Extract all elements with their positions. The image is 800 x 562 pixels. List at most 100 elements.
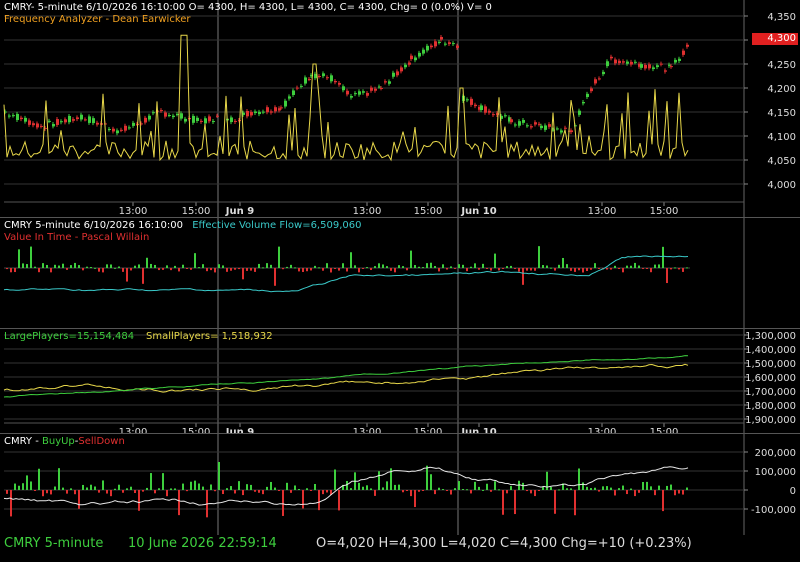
volume-flow-bar-135 [546, 265, 548, 268]
price-candle-74 [304, 77, 307, 84]
volume-flow-bar-128 [518, 268, 520, 272]
volume-flow-bar-99 [402, 266, 404, 268]
buyup-bar-13 [58, 468, 60, 490]
buyup-bar-94 [382, 487, 384, 490]
buyup-bar-161 [650, 486, 652, 490]
y-tick-label-3: 1,600,000 [745, 373, 796, 384]
volume-flow-bar-105 [426, 263, 428, 268]
y-tick-label-1: 100,000 [755, 467, 796, 478]
volume-flow-symbol: CMRY 5-minute 6/10/2026 16:10:00 [4, 220, 183, 231]
buyup-bar-21 [90, 484, 92, 490]
buyup-bar-105 [426, 465, 428, 490]
buyup-bar-162 [654, 490, 656, 496]
price-candle-158 [626, 61, 629, 64]
price-candle-85 [346, 90, 349, 95]
buyup-bar-68 [278, 490, 280, 491]
buyup-bar-36 [150, 473, 152, 490]
buyup-bar-24 [102, 480, 104, 490]
buyup-selldown-panel[interactable]: 200,000 100,000 0 -100,000 CMRY - BuyUp-Sel… [0, 433, 800, 535]
buyup-bar-167 [674, 490, 676, 496]
volume-flow-bar-52 [214, 268, 216, 273]
volume-flow-bar-117 [474, 263, 476, 268]
volume-flow-bar-137 [554, 268, 556, 271]
price-candle-14 [60, 121, 63, 123]
buyup-bar-123 [498, 489, 500, 491]
buyup-bar-92 [374, 490, 376, 496]
volume-flow-bar-108 [438, 268, 440, 272]
buyup-bar-165 [666, 485, 668, 490]
buyup-bar-22 [94, 486, 96, 490]
price-candle-112 [448, 42, 451, 45]
price-candle-96 [388, 81, 391, 84]
volume-flow-bar-6 [30, 246, 32, 268]
price-candle-144 [570, 130, 573, 133]
volume-flow-bar-146 [590, 268, 592, 270]
volume-flow-panel[interactable]: CMRY 5-minute 6/10/2026 16:10:00 Effecti… [0, 217, 800, 329]
volume-flow-bar-34 [142, 268, 144, 284]
volume-flow-bar-70 [286, 266, 288, 268]
price-chart-svg[interactable]: 4,350 4,300 4,250 4,200 4,150 4,100 4,050 4,000… [0, 0, 800, 217]
buyup-bar-4 [22, 483, 24, 490]
buyup-bar-79 [322, 490, 324, 495]
volume-flow-bar-113 [458, 264, 460, 268]
buyup-bar-58 [238, 481, 240, 490]
buyup-bar-44 [182, 483, 184, 490]
price-candle-48 [196, 117, 199, 121]
price-candle-22 [92, 118, 95, 124]
buyup-bar-31 [130, 486, 132, 490]
buyup-bar-17 [74, 490, 76, 495]
players-panel[interactable]: 1,300,000 1,400,000 1,500,000 1,600,000 1,70… [0, 328, 800, 434]
volume-flow-bar-125 [506, 266, 508, 268]
price-candle-109 [438, 41, 441, 43]
price-candle-83 [338, 82, 341, 85]
volume-flow-bar-111 [450, 266, 452, 268]
price-candle-100 [404, 64, 407, 68]
volume-flow-bar-169 [682, 268, 684, 272]
volume-flow-bar-36 [150, 263, 152, 268]
price-candle-155 [614, 59, 617, 64]
volume-flow-bar-94 [382, 264, 384, 268]
buyup-bar-1 [10, 490, 12, 517]
price-candle-98 [396, 71, 399, 76]
price-candle-21 [88, 116, 91, 123]
price-candle-99 [400, 67, 403, 72]
volume-flow-bar-40 [166, 265, 168, 268]
price-candle-130 [518, 121, 521, 126]
buyup-bar-20 [86, 487, 88, 490]
volume-flow-bar-161 [650, 268, 652, 273]
price-candle-162 [640, 64, 643, 68]
volume-flow-bar-65 [266, 263, 268, 268]
buyup-bar-47 [194, 480, 196, 490]
volume-flow-bar-75 [306, 268, 308, 272]
buyup-bar-46 [190, 481, 192, 490]
buyup-bar-159 [642, 482, 644, 490]
price-candle-138 [548, 124, 551, 127]
volume-flow-bar-77 [314, 265, 316, 268]
price-candle-31 [128, 127, 131, 129]
price-candle-28 [116, 130, 119, 134]
buyup-selldown-chart-svg[interactable]: 200,000 100,000 0 -100,000 [0, 434, 800, 535]
small-players-label: SmallPlayers= 1,518,932 [146, 331, 273, 342]
buyup-bar-19 [82, 484, 84, 490]
y-tick-label-5: 4,100 [767, 132, 796, 143]
price-panel[interactable]: 4,350 4,300 4,250 4,200 4,150 4,100 4,050 4,000… [0, 0, 800, 217]
price-candle-102 [410, 55, 413, 60]
buyup-bar-15 [66, 490, 68, 494]
time-label-4: 15:00 [414, 206, 443, 217]
price-candle-30 [124, 125, 127, 131]
players-chart-svg[interactable]: 1,300,000 1,400,000 1,500,000 1,600,000 1,70… [0, 329, 800, 434]
price-candle-94 [380, 87, 383, 89]
buyup-bar-168 [678, 490, 680, 494]
volume-flow-bar-136 [550, 267, 552, 269]
volume-flow-line [3, 255, 689, 293]
y-tick-label-0: 200,000 [755, 448, 796, 459]
volume-flow-bar-110 [446, 268, 448, 270]
volume-flow-bar-165 [666, 268, 668, 284]
buyup-bar-117 [474, 481, 476, 490]
volume-flow-bar-22 [94, 267, 96, 269]
price-candle-18 [76, 117, 79, 120]
volume-flow-bar-21 [90, 267, 92, 269]
volume-flow-bar-59 [242, 268, 244, 280]
buyup-bar-143 [578, 468, 580, 490]
price-candle-79 [322, 73, 325, 77]
